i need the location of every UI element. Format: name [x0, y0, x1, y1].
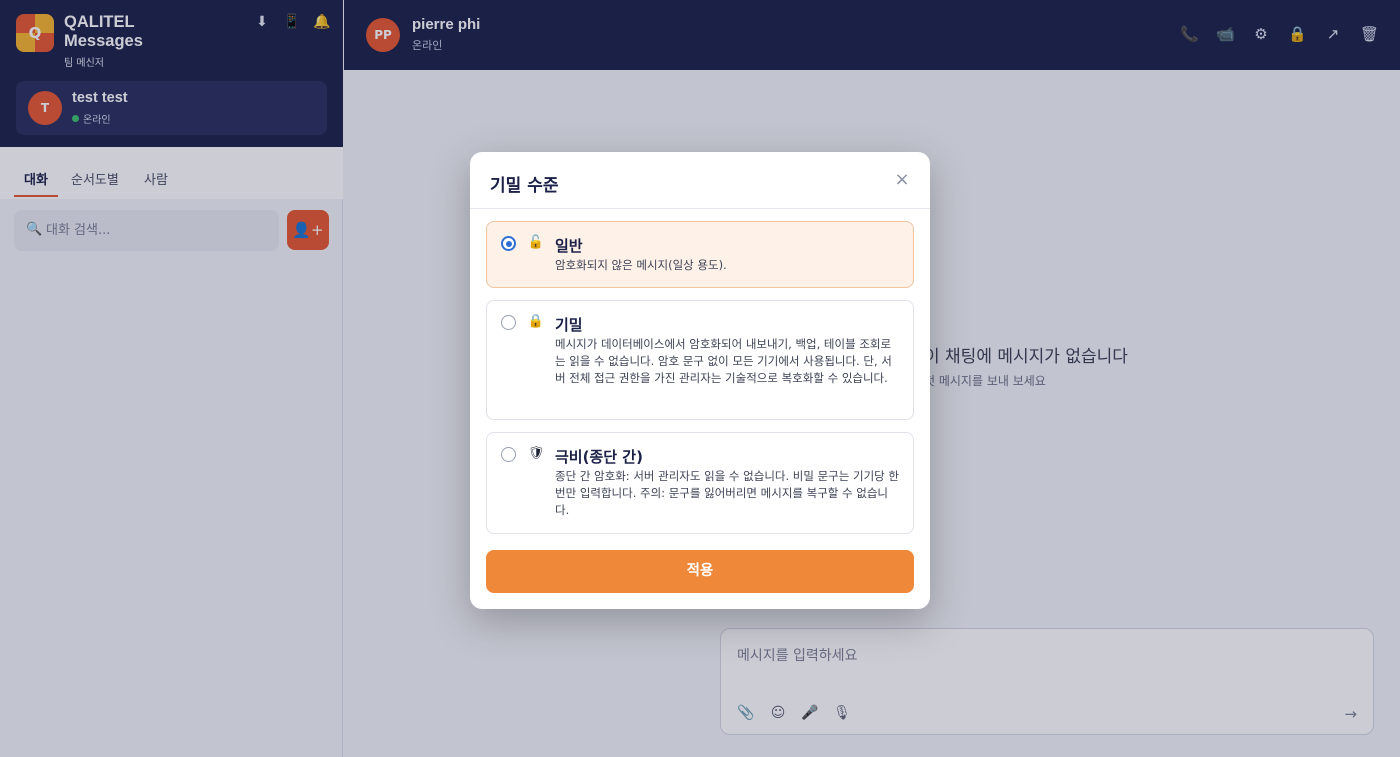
option-normal[interactable]: 🔓 일반 암호화되지 않은 메시지(일상 용도).	[486, 221, 914, 288]
option-description: 암호화되지 않은 메시지(일상 용도).	[555, 258, 727, 272]
apply-button[interactable]: 적용	[486, 550, 914, 593]
lock-icon: 🔒	[527, 314, 545, 329]
option-title: 일반	[555, 237, 583, 255]
confidentiality-modal: 기밀 수준 × 🔓 일반 암호화되지 않은 메시지(일상 용도). 🔒 기밀 메…	[470, 152, 930, 609]
unlock-icon: 🔓	[527, 235, 545, 250]
option-description: 메시지가 데이터베이스에서 암호화되어 내보내기, 백업, 테이블 조회로는 읽…	[555, 337, 892, 385]
option-title: 극비(종단 간)	[555, 448, 643, 466]
radio-top-secret[interactable]	[501, 447, 516, 462]
option-confidential[interactable]: 🔒 기밀 메시지가 데이터베이스에서 암호화되어 내보내기, 백업, 테이블 조…	[486, 300, 914, 420]
modal-divider	[470, 208, 930, 209]
shield-icon: 🛡	[527, 446, 545, 461]
close-icon[interactable]: ×	[892, 170, 912, 190]
radio-confidential[interactable]	[501, 315, 516, 330]
option-top-secret[interactable]: 🛡 극비(종단 간) 종단 간 암호화: 서버 관리자도 읽을 수 없습니다. …	[486, 432, 914, 534]
modal-title: 기밀 수준	[490, 176, 559, 196]
option-description: 종단 간 암호화: 서버 관리자도 읽을 수 없습니다. 비밀 문구는 기기당 …	[555, 469, 899, 517]
option-title: 기밀	[555, 316, 583, 334]
radio-normal[interactable]	[501, 236, 516, 251]
